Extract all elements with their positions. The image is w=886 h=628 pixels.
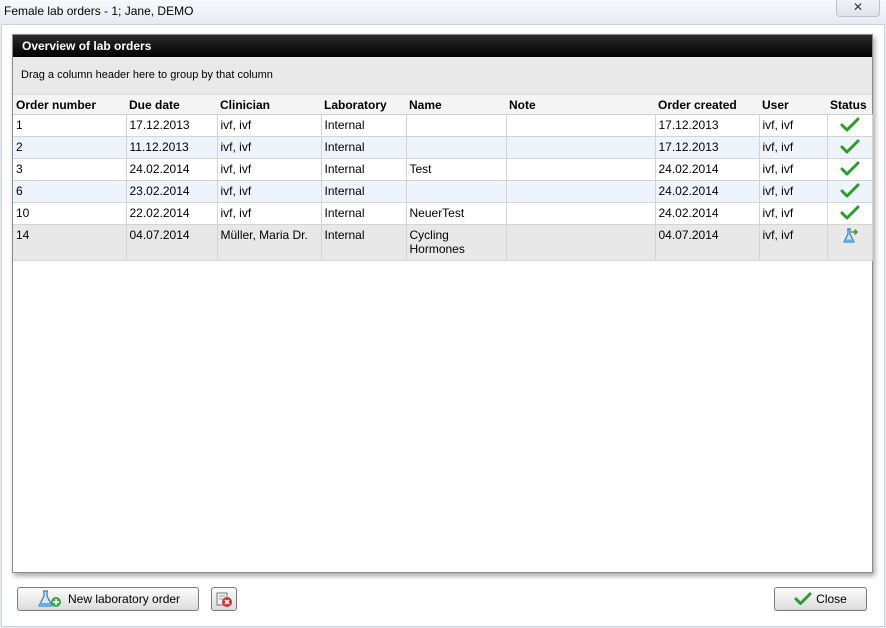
delete-icon — [215, 590, 233, 608]
close-button[interactable]: Close — [774, 587, 867, 611]
cell-clinician: ivf, ivf — [217, 158, 322, 181]
cell-order-created: 17.12.2013 — [655, 136, 760, 159]
cell-laboratory: Internal — [321, 114, 407, 137]
cell-laboratory: Internal — [321, 202, 407, 225]
cell-laboratory: Internal — [321, 136, 407, 159]
cell-due-date: 24.02.2014 — [126, 158, 218, 181]
cell-note — [506, 114, 656, 137]
done-check-icon — [840, 161, 860, 180]
flask-sent-icon — [841, 227, 859, 248]
check-icon — [794, 592, 812, 606]
cell-laboratory: Internal — [321, 224, 407, 261]
cell-user: ivf, ivf — [759, 224, 828, 261]
done-check-icon — [840, 117, 860, 136]
window-titlebar: Female lab orders - 1; Jane, DEMO ✕ — [0, 0, 886, 24]
cell-due-date: 22.02.2014 — [126, 202, 218, 225]
column-header-note[interactable]: Note — [506, 95, 655, 115]
cell-status — [827, 158, 873, 181]
table-row[interactable]: 10 22.02.2014 ivf, ivf Internal NeuerTes… — [13, 202, 873, 225]
lab-orders-grid: Order number Due date Clinician Laborato… — [13, 95, 873, 261]
cell-name: NeuerTest — [406, 202, 507, 225]
lab-orders-panel: Overview of lab orders Drag a column hea… — [12, 34, 873, 573]
cell-order-created: 24.02.2014 — [655, 202, 760, 225]
cell-order-created: 04.07.2014 — [655, 224, 760, 261]
done-check-icon — [840, 205, 860, 224]
cell-user: ivf, ivf — [759, 180, 828, 203]
cell-name: Test — [406, 158, 507, 181]
cell-clinician: ivf, ivf — [217, 180, 322, 203]
cell-name — [406, 114, 507, 137]
cell-status — [827, 114, 873, 137]
cell-name — [406, 136, 507, 159]
cell-note — [506, 224, 656, 261]
cell-due-date: 17.12.2013 — [126, 114, 218, 137]
done-check-icon — [840, 139, 860, 158]
cell-user: ivf, ivf — [759, 158, 828, 181]
cell-name: Cycling Hormones — [406, 224, 507, 261]
cell-clinician: ivf, ivf — [217, 114, 322, 137]
cell-user: ivf, ivf — [759, 114, 828, 137]
window-title: Female lab orders - 1; Jane, DEMO — [4, 4, 194, 18]
new-laboratory-order-label: New laboratory order — [68, 592, 181, 606]
delete-order-button[interactable] — [211, 587, 237, 611]
cell-order-number: 6 — [13, 180, 127, 203]
cell-order-number: 14 — [13, 224, 127, 261]
cell-order-number: 2 — [13, 136, 127, 159]
column-header-name[interactable]: Name — [406, 95, 506, 115]
cell-note — [506, 136, 656, 159]
cell-order-created: 24.02.2014 — [655, 158, 760, 181]
new-laboratory-order-button[interactable]: New laboratory order — [17, 587, 199, 611]
cell-order-number: 1 — [13, 114, 127, 137]
cell-note — [506, 180, 656, 203]
column-header-clinician[interactable]: Clinician — [217, 95, 321, 115]
cell-name — [406, 180, 507, 203]
table-row[interactable]: 1 17.12.2013 ivf, ivf Internal 17.12.201… — [13, 114, 873, 137]
cell-due-date: 11.12.2013 — [126, 136, 218, 159]
done-check-icon — [840, 183, 860, 202]
column-header-order-created[interactable]: Order created — [655, 95, 759, 115]
cell-clinician: Müller, Maria Dr. — [217, 224, 322, 261]
cell-due-date: 04.07.2014 — [126, 224, 218, 261]
cell-order-created: 17.12.2013 — [655, 114, 760, 137]
cell-status — [827, 224, 873, 261]
table-row-selected[interactable]: 14 04.07.2014 Müller, Maria Dr. Internal… — [13, 224, 873, 261]
cell-clinician: ivf, ivf — [217, 136, 322, 159]
cell-note — [506, 202, 656, 225]
cell-laboratory: Internal — [321, 158, 407, 181]
column-header-status[interactable]: Status — [827, 95, 872, 115]
panel-title: Overview of lab orders — [13, 35, 872, 57]
cell-order-number: 10 — [13, 202, 127, 225]
cell-note — [506, 158, 656, 181]
group-by-drop-area[interactable]: Drag a column header here to group by th… — [13, 57, 872, 95]
cell-order-created: 24.02.2014 — [655, 180, 760, 203]
column-header-due-date[interactable]: Due date — [126, 95, 217, 115]
cell-user: ivf, ivf — [759, 136, 828, 159]
column-header-laboratory[interactable]: Laboratory — [321, 95, 406, 115]
cell-clinician: ivf, ivf — [217, 202, 322, 225]
flask-add-icon — [36, 590, 62, 608]
cell-status — [827, 136, 873, 159]
grid-header-row: Order number Due date Clinician Laborato… — [13, 95, 872, 115]
cell-status — [827, 180, 873, 203]
column-header-order-number[interactable]: Order number — [13, 95, 126, 115]
cell-laboratory: Internal — [321, 180, 407, 203]
table-row[interactable]: 3 24.02.2014 ivf, ivf Internal Test 24.0… — [13, 158, 873, 181]
cell-status — [827, 202, 873, 225]
window-close-button[interactable]: ✕ — [836, 0, 880, 17]
table-row[interactable]: 6 23.02.2014 ivf, ivf Internal 24.02.201… — [13, 180, 873, 203]
cell-due-date: 23.02.2014 — [126, 180, 218, 203]
cell-user: ivf, ivf — [759, 202, 828, 225]
cell-order-number: 3 — [13, 158, 127, 181]
table-row[interactable]: 2 11.12.2013 ivf, ivf Internal 17.12.201… — [13, 136, 873, 159]
close-button-label: Close — [816, 592, 847, 606]
column-header-user[interactable]: User — [759, 95, 827, 115]
